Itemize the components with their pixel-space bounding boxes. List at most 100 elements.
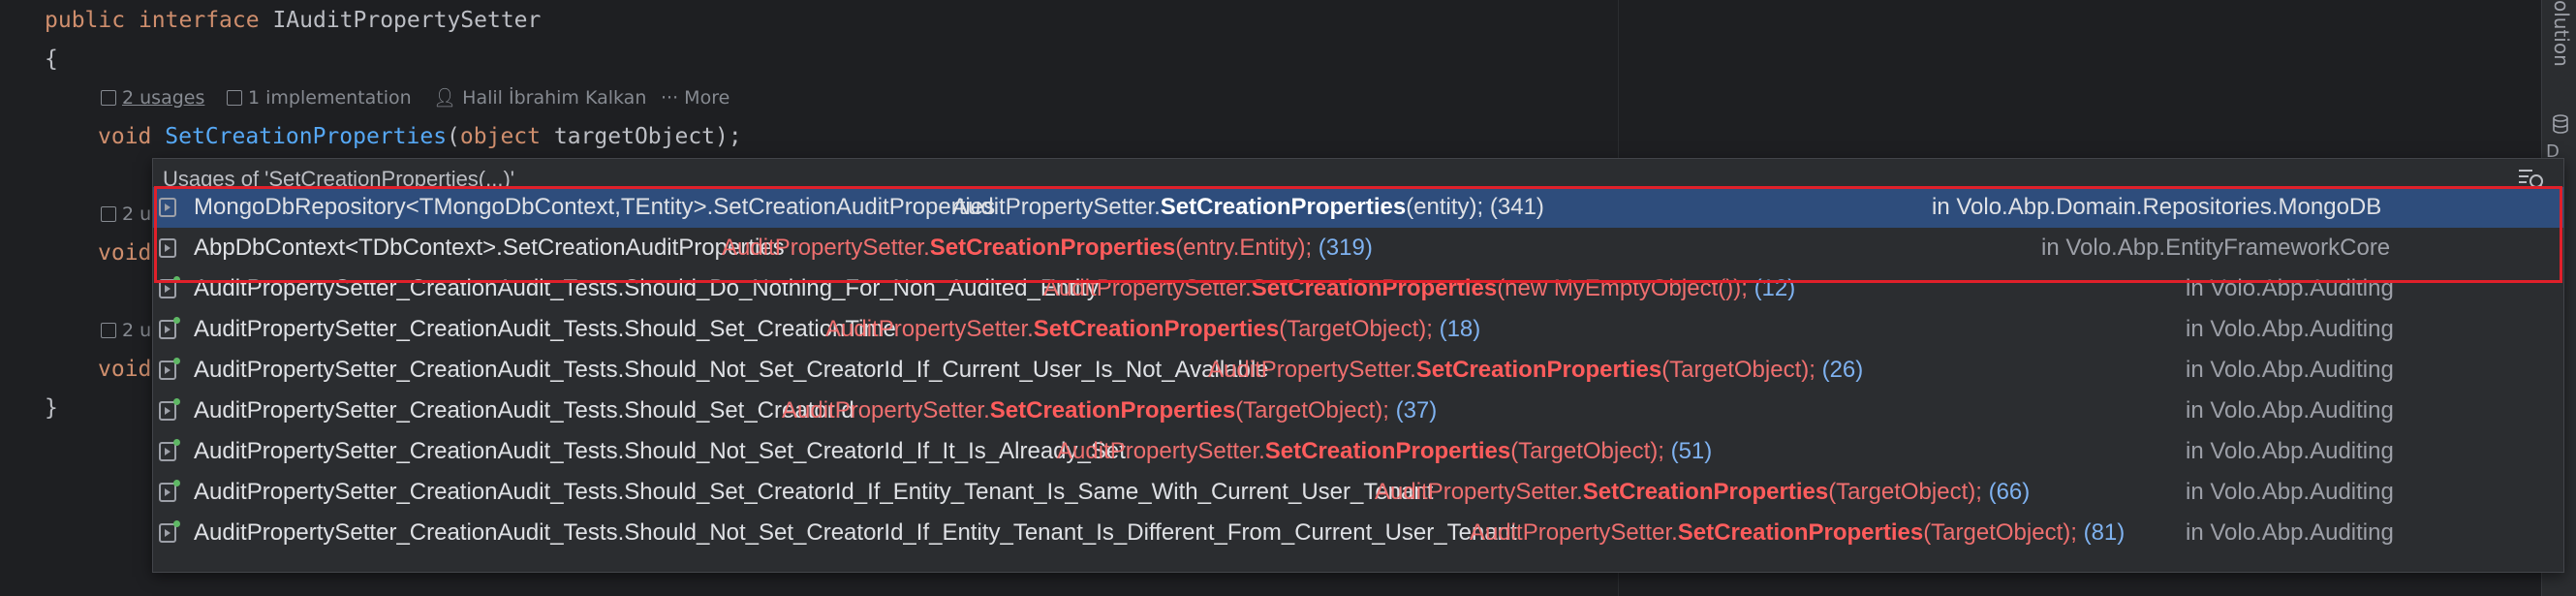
usage-location: AuditPropertySetter_CreationAudit_Tests.… [194, 479, 1434, 505]
author-hint[interactable]: 👤︎ Halil İbrahim Kalkan [433, 83, 646, 112]
method-icon [159, 198, 176, 217]
usage-line-number: (81) [2083, 519, 2126, 546]
test-method-icon [159, 358, 180, 380]
method-declaration-partial-2: void [98, 350, 151, 389]
usage-code: AuditPropertySetter.SetCreationPropertie… [1043, 268, 1795, 309]
usages-icon [101, 323, 116, 338]
usage-row[interactable]: AuditPropertySetter_CreationAudit_Tests.… [153, 309, 2563, 350]
usages-popup[interactable]: Usages of 'SetCreationProperties(...)' M… [152, 158, 2564, 573]
usage-code: AuditPropertySetter.SetCreationPropertie… [1057, 431, 1712, 472]
more-icon: ··· [661, 87, 685, 109]
usage-code: AuditPropertySetter.SetCreationPropertie… [1208, 350, 1863, 391]
usage-row[interactable]: AuditPropertySetter_CreationAudit_Tests.… [153, 391, 2563, 431]
usages-hint[interactable]: 2 usages [101, 83, 204, 112]
interface-name[interactable]: IAuditPropertySetter [272, 8, 541, 33]
usage-row[interactable]: AuditPropertySetter_CreationAudit_Tests.… [153, 472, 2563, 513]
usage-method-name: SetCreationProperties [929, 235, 1176, 261]
method-declaration: void SetCreationProperties(object target… [98, 117, 742, 156]
keyword-void: void [98, 124, 152, 149]
usage-module: in Volo.Abp.Auditing [2186, 275, 2394, 301]
keyword-interface: interface [138, 8, 260, 33]
usage-module: in Volo.Abp.Auditing [2186, 357, 2394, 383]
user-icon: 👤︎ [433, 87, 463, 109]
paren-close: ); [715, 124, 742, 149]
usage-code-prefix: AuditPropertySetter. [1208, 357, 1416, 383]
usage-location: AuditPropertySetter_CreationAudit_Tests.… [194, 316, 896, 342]
usage-location: AuditPropertySetter_CreationAudit_Tests.… [194, 397, 854, 423]
author-name[interactable]: Halil İbrahim Kalkan [462, 87, 646, 109]
keyword-void: void [98, 240, 152, 266]
usages-hint-text[interactable]: 2 u [122, 204, 151, 225]
usage-module: in Volo.Abp.Domain.Repositories.MongoDB [1932, 194, 2382, 220]
usage-module: in Volo.Abp.Auditing [2186, 397, 2394, 423]
keyword-public: public [45, 8, 126, 33]
usages-icon [101, 206, 116, 222]
usage-row[interactable]: MongoDbRepository<TMongoDbContext,TEntit… [153, 187, 2563, 228]
usage-module: in Volo.Abp.Auditing [2186, 519, 2394, 546]
usages-hint-partial-1[interactable]: 2 u [101, 200, 151, 229]
usage-code: AuditPropertySetter.SetCreationPropertie… [825, 309, 1480, 350]
usage-code-args: (TargetObject); [1923, 519, 2077, 546]
solution-tool-button[interactable]: olution [2546, 0, 2573, 68]
usage-code-args: (TargetObject); [1510, 438, 1664, 464]
more-hint[interactable]: ··· More [661, 83, 729, 112]
usage-module: in Volo.Abp.Auditing [2186, 438, 2394, 464]
database-icon[interactable] [2552, 114, 2569, 134]
usage-line-number: (319) [1318, 235, 1373, 261]
method-declaration-partial-1: void [98, 234, 151, 272]
usages-link[interactable]: 2 usages [122, 87, 204, 109]
usage-method-name: SetCreationProperties [1415, 357, 1662, 383]
implementation-hint[interactable]: 1 implementation [227, 83, 412, 112]
method-name[interactable]: SetCreationProperties [165, 124, 447, 149]
brace-close: } [45, 395, 58, 421]
usages-hint-text[interactable]: 2 u [122, 320, 151, 341]
test-method-icon [159, 480, 180, 502]
method-icon [159, 238, 176, 258]
usage-method-name: SetCreationProperties [1251, 275, 1498, 301]
implementation-link[interactable]: 1 implementation [248, 87, 412, 109]
usages-icon [101, 90, 116, 106]
usage-row[interactable]: AbpDbContext<TDbContext>.SetCreationAudi… [153, 228, 2563, 268]
usage-line-number: (37) [1395, 397, 1438, 423]
test-method-icon [159, 520, 180, 543]
test-method-icon [159, 276, 180, 298]
usages-hint-partial-2[interactable]: 2 u [101, 316, 151, 345]
usage-code: AuditPropertySetter.SetCreationPropertie… [782, 391, 1437, 431]
usage-line-number: (51) [1670, 438, 1713, 464]
usage-method-name: SetCreationProperties [1264, 438, 1511, 464]
usage-code-prefix: AuditPropertySetter. [722, 235, 930, 261]
usage-module: in Volo.Abp.EntityFrameworkCore [2041, 235, 2391, 261]
implementation-icon [227, 90, 242, 106]
param-type: object [459, 124, 541, 149]
usage-code-args: (TargetObject); [1828, 479, 1982, 505]
usage-method-name: SetCreationProperties [989, 397, 1236, 423]
usage-code-args: (TargetObject); [1661, 357, 1816, 383]
usage-row[interactable]: AuditPropertySetter_CreationAudit_Tests.… [153, 513, 2563, 553]
usage-code-prefix: AuditPropertySetter. [952, 194, 1161, 220]
test-method-icon [159, 317, 180, 339]
usage-module: in Volo.Abp.Auditing [2186, 479, 2394, 505]
usage-code: AuditPropertySetter.SetCreationPropertie… [1375, 472, 2030, 513]
usage-row[interactable]: AuditPropertySetter_CreationAudit_Tests.… [153, 350, 2563, 391]
usage-code-args: (new MyEmptyObject()); [1497, 275, 1748, 301]
usage-code-prefix: AuditPropertySetter. [1057, 438, 1265, 464]
usage-location: AuditPropertySetter_CreationAudit_Tests.… [194, 357, 1269, 383]
usage-method-name: SetCreationProperties [1160, 194, 1407, 220]
usage-code-prefix: AuditPropertySetter. [782, 397, 990, 423]
usage-row[interactable]: AuditPropertySetter_CreationAudit_Tests.… [153, 431, 2563, 472]
test-method-icon [159, 439, 180, 461]
usage-method-name: SetCreationProperties [1677, 519, 1924, 546]
more-link[interactable]: More [684, 87, 729, 109]
usage-code-prefix: AuditPropertySetter. [1375, 479, 1583, 505]
usage-line-number: (26) [1821, 357, 1864, 383]
usage-method-name: SetCreationProperties [1582, 479, 1829, 505]
usage-code: AuditPropertySetter.SetCreationPropertie… [952, 187, 1544, 228]
usage-line-number: (18) [1439, 316, 1481, 342]
interface-declaration: public interface IAuditPropertySetter [45, 1, 541, 40]
usage-code-args: (TargetObject); [1279, 316, 1433, 342]
usage-location: MongoDbRepository<TMongoDbContext,TEntit… [194, 194, 996, 220]
usage-code-args: (entity); [1406, 194, 1484, 220]
param-name: targetObject [553, 124, 716, 149]
usage-method-name: SetCreationProperties [1033, 316, 1280, 342]
usage-row[interactable]: AuditPropertySetter_CreationAudit_Tests.… [153, 268, 2563, 309]
